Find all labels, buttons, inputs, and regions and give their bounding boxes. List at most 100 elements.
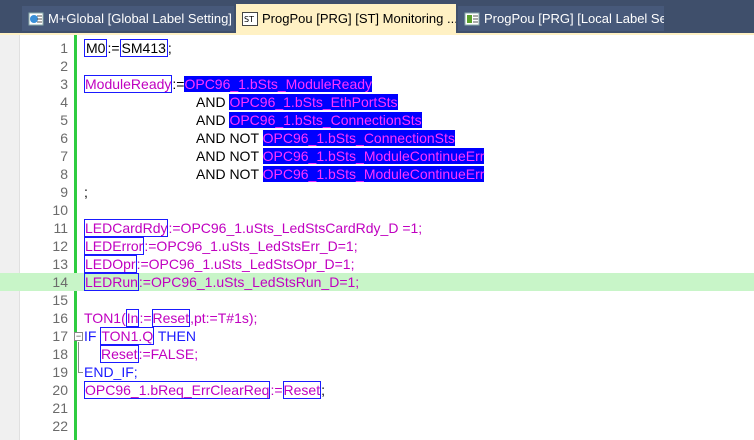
line-number: 16 (52, 310, 68, 326)
expression: :=OPC96_1.uSts_LedStsRun_D=1; (138, 274, 360, 290)
svg-text:ST: ST (244, 15, 254, 24)
end-if-keyword: END_IF; (84, 364, 138, 380)
code-line[interactable]: 7 AND NOT OPC96_1.bSts_ModuleContinueErr (0, 147, 754, 165)
code-line[interactable]: 3 ModuleReady:=OPC96_1.bSts_ModuleReady (0, 75, 754, 93)
assign-op: := (172, 76, 185, 92)
tab-label: M+Global [Global Label Setting] (48, 11, 232, 26)
line-number: 2 (60, 58, 68, 74)
code-line-current[interactable]: 14 LEDRun:=OPC96_1.uSts_LedStsRun_D=1; (0, 273, 754, 291)
and-not-keyword: AND NOT (196, 130, 263, 146)
code-line[interactable]: 1 M0:= SM413; (0, 39, 754, 57)
line-number: 15 (52, 292, 68, 308)
code-line[interactable]: 2 (0, 57, 754, 75)
fold-guide (78, 342, 79, 372)
variable-ledopr[interactable]: LEDOpr (84, 255, 137, 273)
variable-breq-errclearreq[interactable]: OPC96_1.bReq_ErrClearReq (84, 381, 271, 399)
line-number: 11 (53, 220, 68, 236)
code-line[interactable]: 21 (0, 399, 754, 417)
variable-sm413[interactable]: SM413 (119, 39, 168, 57)
line-number: 20 (52, 382, 68, 398)
semicolon: ; (167, 40, 172, 56)
code-line[interactable]: 5 AND OPC96_1.bSts_ConnectionSts (0, 111, 754, 129)
line-number: 18 (52, 346, 68, 362)
variable-ledrun[interactable]: LEDRun (84, 273, 139, 291)
document-tab-strip: M+Global [Global Label Setting] ST ProgP… (0, 0, 754, 34)
tab-label: ProgPou [PRG] [ST] Monitoring ... (262, 11, 456, 26)
variable-reset[interactable]: Reset (282, 381, 322, 399)
code-line[interactable]: 12 LEDError:=OPC96_1.uSts_LedStsErr_D=1; (0, 237, 754, 255)
variable-bsts-connectionsts[interactable]: OPC96_1.bSts_ConnectionSts (262, 130, 455, 146)
code-line[interactable]: 10 (0, 201, 754, 219)
expression: :=OPC96_1.uSts_LedStsErr_D=1; (144, 238, 358, 254)
code-text: IF TON1.Q THEN (84, 327, 196, 345)
code-line[interactable]: 17 IF TON1.Q THEN (0, 327, 754, 345)
expression: :=OPC96_1.uSts_LedStsCardRdy_D =1; (168, 220, 423, 236)
code-line[interactable]: 9 ; (0, 183, 754, 201)
code-line[interactable]: 20 OPC96_1.bReq_ErrClearReq:=Reset; (0, 381, 754, 399)
code-line[interactable]: 8 AND NOT OPC96_1.bSts_ModuleContinueErr (0, 165, 754, 183)
then-keyword: THEN (154, 328, 196, 344)
line-number: 22 (52, 418, 68, 434)
line-number: 5 (60, 112, 68, 128)
variable-bsts-ethportsts[interactable]: OPC96_1.bSts_EthPortSts (229, 94, 398, 110)
code-text: M0:= SM413; (84, 39, 172, 57)
line-number: 13 (52, 256, 68, 272)
line-number: 14 (52, 274, 68, 290)
global-label-icon (28, 12, 44, 26)
code-line[interactable]: 6 AND NOT OPC96_1.bSts_ConnectionSts (0, 129, 754, 147)
code-text: LEDError:=OPC96_1.uSts_LedStsErr_D=1; (84, 237, 358, 255)
line-number: 1 (60, 40, 68, 56)
code-text: LEDCardRdy:=OPC96_1.uSts_LedStsCardRdy_D… (84, 219, 422, 237)
code-line[interactable]: 19 END_IF; (0, 363, 754, 381)
code-text: LEDRun:=OPC96_1.uSts_LedStsRun_D=1; (84, 273, 359, 291)
semicolon: ; (321, 382, 325, 398)
and-keyword: AND (196, 94, 230, 110)
line-number: 9 (60, 184, 68, 200)
variable-bsts-modulecontinueerr[interactable]: OPC96_1.bSts_ModuleContinueErr (262, 148, 485, 164)
tab-global-label-setting[interactable]: M+Global [Global Label Setting] (22, 6, 234, 31)
variable-m0[interactable]: M0 (84, 39, 108, 57)
line-number: 6 (60, 130, 68, 146)
line-number: 10 (52, 202, 68, 218)
code-text: AND NOT OPC96_1.bSts_ModuleContinueErr (196, 147, 485, 165)
code-text: END_IF; (84, 363, 138, 381)
param-in[interactable]: In (125, 309, 140, 327)
code-line[interactable]: 11 LEDCardRdy:=OPC96_1.uSts_LedStsCardRd… (0, 219, 754, 237)
variable-bsts-moduleready[interactable]: OPC96_1.bSts_ModuleReady (184, 76, 373, 92)
expression: ,pt:=T#1s); (190, 310, 258, 326)
if-keyword: IF (84, 328, 101, 344)
code-text: ModuleReady:=OPC96_1.bSts_ModuleReady (84, 75, 373, 93)
code-text: AND OPC96_1.bSts_ConnectionSts (196, 111, 422, 129)
line-number: 19 (52, 364, 68, 380)
variable-bsts-connectionsts[interactable]: OPC96_1.bSts_ConnectionSts (229, 112, 422, 128)
fold-toggle-icon[interactable]: − (74, 332, 83, 341)
assign-op: := (107, 40, 120, 56)
st-code-editor[interactable]: 1 M0:= SM413; 2 3 ModuleReady:=OPC96_1.bS… (0, 35, 754, 440)
semicolon: ; (84, 184, 88, 200)
code-line[interactable]: 15 (0, 291, 754, 309)
tab-local-label-setting[interactable]: ProgPou [PRG] [Local Label Sett... (458, 6, 664, 31)
code-line[interactable]: 13 LEDOpr:=OPC96_1.uSts_LedStsOpr_D=1; (0, 255, 754, 273)
local-label-icon (464, 12, 480, 26)
st-program-icon: ST (242, 11, 258, 26)
variable-reset[interactable]: Reset (100, 345, 139, 363)
code-line[interactable]: 4 AND OPC96_1.bSts_EthPortSts (0, 93, 754, 111)
tab-st-monitoring[interactable]: ST ProgPou [PRG] [ST] Monitoring ... × (236, 4, 456, 33)
variable-moduleready[interactable]: ModuleReady (84, 75, 173, 93)
variable-bsts-modulecontinueerr[interactable]: OPC96_1.bSts_ModuleContinueErr (262, 166, 485, 182)
and-keyword: AND (196, 112, 230, 128)
code-text: ; (84, 183, 88, 201)
variable-lederror[interactable]: LEDError (84, 237, 145, 255)
and-not-keyword: AND NOT (196, 148, 263, 164)
line-number: 7 (60, 148, 68, 164)
code-line[interactable]: 18 Reset:=FALSE; (0, 345, 754, 363)
code-line[interactable]: 22 (0, 417, 754, 435)
line-number: 12 (52, 238, 68, 254)
variable-ledcardrdy[interactable]: LEDCardRdy (84, 219, 169, 237)
variable-reset[interactable]: Reset (151, 309, 191, 327)
code-text: OPC96_1.bReq_ErrClearReq:=Reset; (84, 381, 325, 399)
variable-ton1-q[interactable]: TON1.Q (100, 327, 155, 345)
code-line[interactable]: 16 TON1(In:=Reset,pt:=T#1s); (0, 309, 754, 327)
line-number: 17 (52, 328, 68, 344)
and-not-keyword: AND NOT (196, 166, 263, 182)
